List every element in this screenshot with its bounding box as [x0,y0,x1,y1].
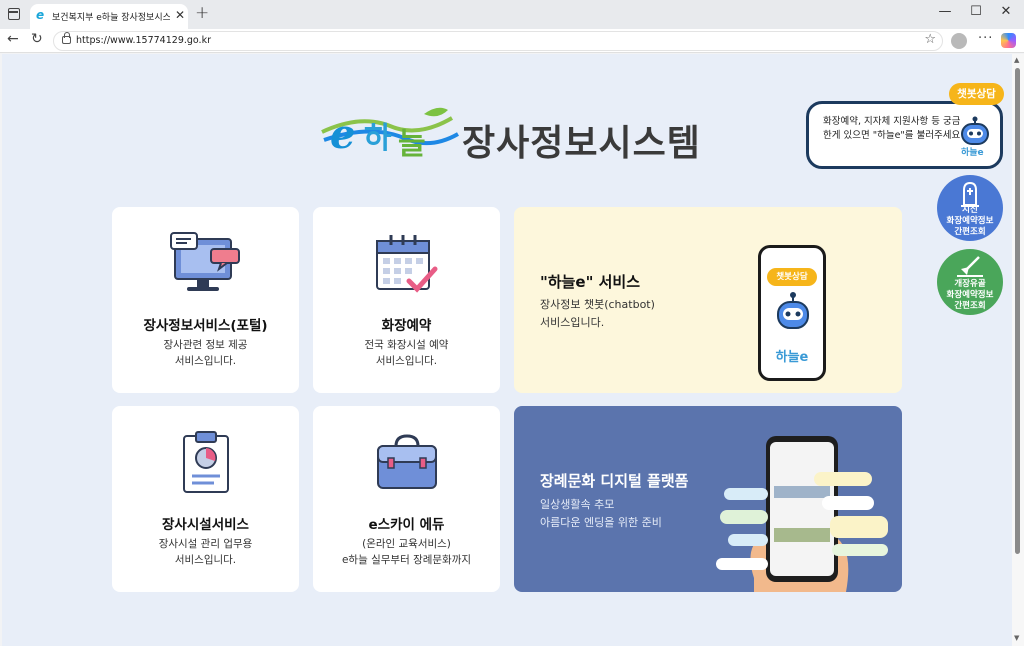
robot-icon: 하늘e [961,116,989,156]
site-title: 장사정보시스템 [462,123,701,164]
card-title: 장사시설서비스 [162,517,249,533]
card-funeral-digital-platform[interactable]: 장례문화 디지털 플랫폼 일상생활속 추모 아름다운 엔딩을 위한 준비 [514,406,902,592]
close-window-button[interactable]: ✕ [996,4,1016,19]
svg-text:하늘e: 하늘e [961,146,984,156]
browser-tab[interactable]: e 보건복지부 e하늘 장사정보시스템 ✕ [30,4,188,29]
page-content: e 하 늘 장사정보시스템 장사정보서비스(포털) 장사관련 정보 제공 서비스… [2,54,1012,646]
digital-platform-phone-icon [716,436,888,592]
robot-icon [777,292,809,329]
chatbot-badge[interactable]: 챗봇상담 [949,83,1004,105]
card-haneul-e-service[interactable]: "하늘e" 서비스 장사정보 챗봇(chatbot) 서비스입니다. 챗봇상담 … [514,207,902,393]
scrollbar-thumb[interactable] [1015,68,1020,554]
briefcase-icon [374,432,440,498]
phone-brand: 하늘e [775,350,809,365]
shovel-icon [957,256,983,277]
svg-text:하: 하 [364,121,392,156]
e-haneul-logo-mark: e 하 늘 [321,107,459,162]
card-funeral-facility-service[interactable]: 장사시설서비스 장사시설 관리 업무용 서비스입니다. [112,406,299,592]
card-description: 일상생활속 추모 아름다운 엔딩을 위한 준비 [540,498,662,529]
card-title: 화장예약 [381,318,432,334]
url-text[interactable]: https://www.15774129.go.kr [76,35,211,46]
lock-icon[interactable] [62,32,71,44]
tab-actions-icon[interactable] [8,8,20,20]
profile-avatar[interactable] [951,33,967,49]
card-e-sky-edu[interactable]: e스카이 에듀 (온라인 교육서비스) e하늘 실무부터 장례문화까지 [313,406,500,592]
maximize-button[interactable]: ☐ [966,4,986,19]
quick-link-label: 시신 화장예약정보 간편조회 [946,205,994,237]
scroll-up-icon[interactable]: ▲ [1014,56,1019,64]
tombstone-icon [961,181,979,207]
tab-title: 보건복지부 e하늘 장사정보시스템 [52,13,170,23]
favorite-star-icon[interactable]: ☆ [924,32,936,47]
monitor-chat-icon [169,231,243,301]
chatbot-text: 화장예약, 지자체 지원사항 등 궁금한게 있으면 "하늘e"를 불러주세요 [823,116,961,141]
quick-link-label: 개장유골 화장예약정보 간편조회 [946,279,994,311]
svg-text:늘: 늘 [398,127,426,162]
phone-badge: 챗봇상담 [767,268,817,286]
minimize-button[interactable]: — [935,4,955,19]
card-title: 장례문화 디지털 플랫폼 [540,472,689,490]
card-description: 장사정보 챗봇(chatbot) 서비스입니다. [540,298,655,329]
new-tab-button[interactable]: + [195,3,209,23]
card-title: 장사정보서비스(포털) [143,318,268,334]
tab-close-icon[interactable]: ✕ [175,8,185,22]
card-title: "하늘e" 서비스 [540,273,641,291]
chatbot-phone-icon: 챗봇상담 하늘e [758,245,826,381]
address-bar[interactable]: https://www.15774129.go.kr ☆ [53,31,943,51]
card-description: 장사관련 정보 제공 서비스입니다. [163,339,248,367]
page-scrollbar[interactable]: ▲ ▼ [1012,54,1024,646]
chatbot-bubble[interactable]: 화장예약, 지자체 지원사항 등 궁금한게 있으면 "하늘e"를 불러주세요 하… [806,101,1003,169]
browser-nav-bar: ← ↻ https://www.15774129.go.kr ☆ [0,29,1024,53]
card-description: (온라인 교육서비스) e하늘 실무부터 장례문화까지 [341,538,472,566]
more-menu-icon[interactable]: ··· [978,31,993,46]
clipboard-chart-icon [178,430,234,500]
card-description: 장사시설 관리 업무용 서비스입니다. [158,538,253,566]
refresh-icon[interactable]: ↻ [31,31,43,47]
svg-text:e: e [330,111,355,158]
favicon-icon: e [36,8,45,22]
card-cremation-reservation[interactable]: 화장예약 전국 화장시설 예약 서비스입니다. [313,207,500,393]
quick-link-remains-cremation[interactable]: 개장유골 화장예약정보 간편조회 [937,249,1003,315]
card-title: e스카이 에듀 [368,517,445,533]
card-description: 전국 화장시설 예약 서비스입니다. [364,339,449,367]
copilot-icon[interactable] [1001,33,1016,48]
browser-tab-bar: e 보건복지부 e하늘 장사정보시스템 ✕ + — ☐ ✕ [0,0,1024,29]
calendar-check-icon [373,233,441,301]
back-icon[interactable]: ← [7,31,19,47]
site-logo[interactable]: e 하 늘 장사정보시스템 [320,104,700,164]
card-portal[interactable]: 장사정보서비스(포털) 장사관련 정보 제공 서비스입니다. [112,207,299,393]
quick-link-body-cremation[interactable]: 시신 화장예약정보 간편조회 [937,175,1003,241]
scroll-down-icon[interactable]: ▼ [1014,634,1019,642]
